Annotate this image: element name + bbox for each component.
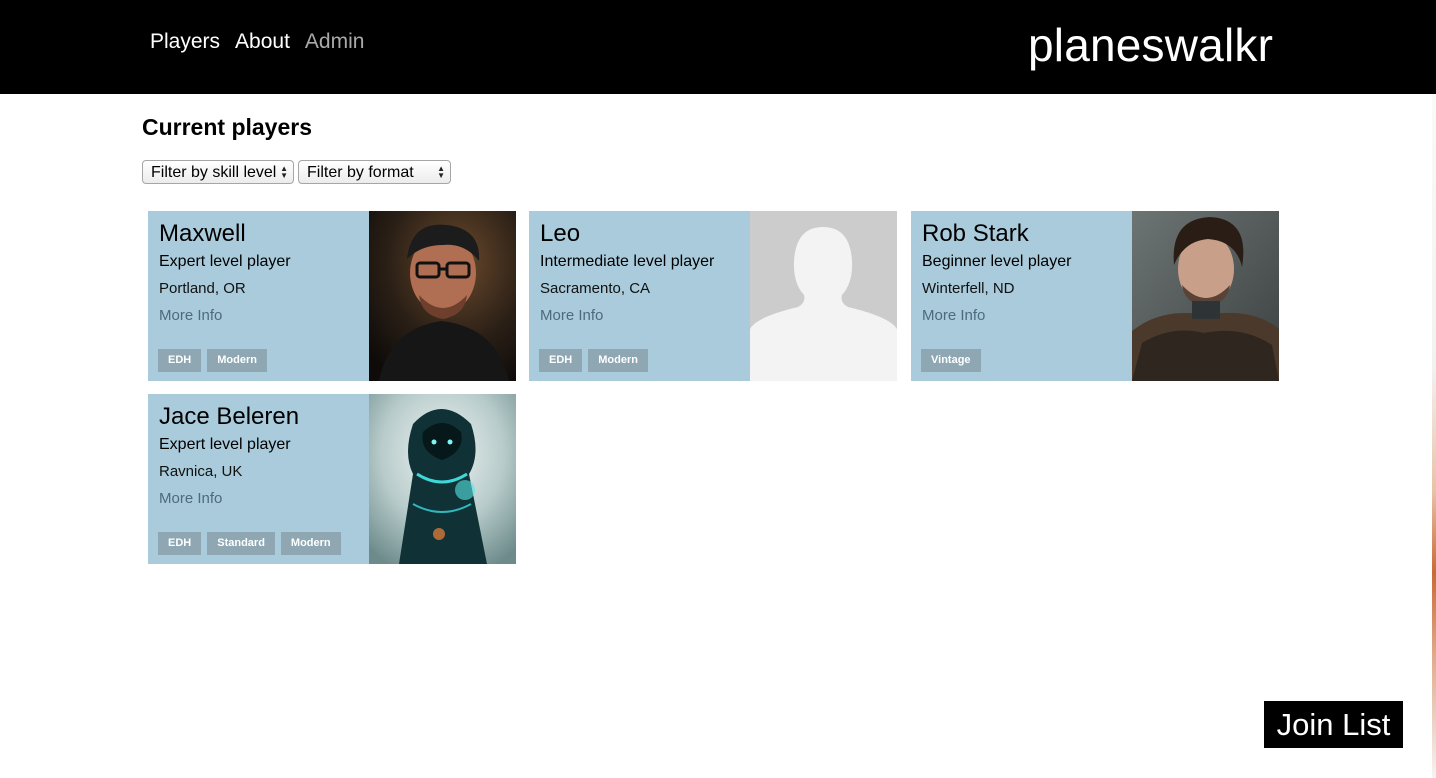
player-photo-jace-beleren [369, 394, 516, 564]
right-edge-decoration [1432, 94, 1436, 778]
player-skill: Expert level player [159, 436, 291, 453]
format-tag[interactable]: EDH [539, 349, 583, 372]
more-info-link[interactable]: More Info [159, 489, 222, 508]
player-card-rob-stark[interactable]: Rob Stark Beginner level player Winterfe… [911, 211, 1279, 381]
nav-admin-link[interactable]: Admin [305, 30, 365, 54]
format-filter-label: Filter by format [307, 164, 414, 181]
main-nav: Players About Admin [150, 30, 364, 54]
join-list-button[interactable]: Join List [1264, 701, 1403, 748]
player-name: Leo [540, 220, 581, 247]
player-card-leo[interactable]: Leo Intermediate level player Sacramento… [529, 211, 897, 381]
player-card-body: Jace Beleren Expert level player Ravnica… [159, 404, 369, 508]
default-avatar-icon [750, 211, 897, 381]
player-location: Ravnica, UK [159, 463, 243, 480]
player-card-body: Rob Stark Beginner level player Winterfe… [922, 221, 1132, 325]
page-title: Current players [142, 114, 313, 140]
filter-bar: Filter by skill level ▲ ▼ Filter by forma… [142, 160, 451, 184]
format-tag[interactable]: EDH [158, 349, 202, 372]
format-filter-select[interactable]: Filter by format ▲ ▼ [298, 160, 451, 184]
select-arrows-icon: ▲ ▼ [437, 164, 445, 180]
top-navbar: Players About Admin planeswalkr [0, 0, 1436, 94]
player-location: Portland, OR [159, 280, 246, 297]
nav-about-link[interactable]: About [235, 30, 290, 54]
format-tag[interactable]: Modern [280, 532, 341, 555]
player-skill: Expert level player [159, 253, 291, 270]
format-tag[interactable]: EDH [158, 532, 202, 555]
player-card-jace-beleren[interactable]: Jace Beleren Expert level player Ravnica… [148, 394, 516, 564]
format-tags: Vintage [921, 349, 981, 372]
format-tag[interactable]: Modern [588, 349, 648, 372]
player-name: Jace Beleren [159, 403, 300, 430]
format-tags: EDH Modern [539, 349, 648, 372]
format-tag[interactable]: Standard [207, 532, 275, 555]
player-location: Winterfell, ND [922, 280, 1015, 297]
player-card-body: Leo Intermediate level player Sacramento… [540, 221, 750, 325]
skill-level-filter-select[interactable]: Filter by skill level ▲ ▼ [142, 160, 294, 184]
brand-logo[interactable]: planeswalkr [1028, 18, 1273, 72]
nav-players-link[interactable]: Players [150, 30, 220, 54]
player-skill: Beginner level player [922, 253, 1072, 270]
format-tags: EDH Modern [158, 349, 267, 372]
select-arrows-icon: ▲ ▼ [280, 164, 288, 180]
player-card-maxwell[interactable]: Maxwell Expert level player Portland, OR… [148, 211, 516, 381]
player-location: Sacramento, CA [540, 280, 651, 297]
player-photo-rob-stark [1132, 211, 1279, 381]
format-tag[interactable]: Modern [207, 349, 267, 372]
player-skill: Intermediate level player [540, 253, 715, 270]
player-card-body: Maxwell Expert level player Portland, OR… [159, 221, 369, 325]
player-photo-maxwell [369, 211, 516, 381]
format-tags: EDH Standard Modern [158, 532, 341, 555]
player-name: Rob Stark [922, 220, 1029, 247]
format-tag[interactable]: Vintage [921, 349, 981, 372]
skill-level-filter-label: Filter by skill level [151, 164, 277, 181]
more-info-link[interactable]: More Info [922, 306, 985, 325]
more-info-link[interactable]: More Info [159, 306, 222, 325]
more-info-link[interactable]: More Info [540, 306, 603, 325]
player-name: Maxwell [159, 220, 246, 247]
